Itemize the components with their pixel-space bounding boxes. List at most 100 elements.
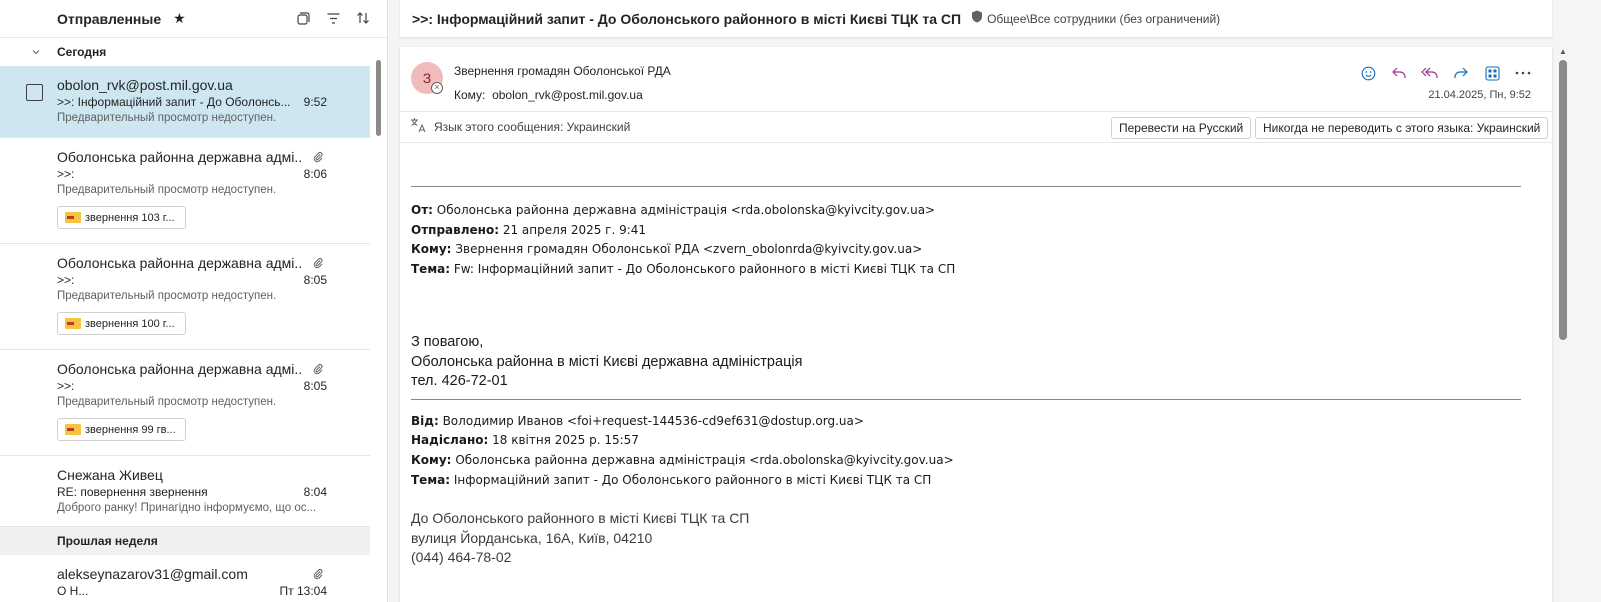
item-time: Пт 13:04 <box>279 584 327 598</box>
signature-line: тел. 426-72-01 <box>411 373 508 390</box>
item-preview: Доброго ранку! Принагідно інформуємо, що… <box>57 502 317 514</box>
sensitivity-label[interactable]: Общее\Все сотрудники (без ограничений) <box>987 12 1220 26</box>
item-subject: RE: повернення звернення <box>57 485 208 499</box>
item-preview: Предварительный просмотр недоступен. <box>57 112 277 124</box>
item-sender: alekseynazarov31@gmail.com <box>57 566 248 582</box>
emoji-icon[interactable] <box>1359 64 1377 82</box>
message-card: З × Звернення громадян Оболонської РДА К… <box>400 47 1552 602</box>
meta-key: От: <box>411 203 433 217</box>
reading-subject: >>: Інформаційний запит - До Оболонськог… <box>412 10 962 27</box>
recipient-address: До Оболонського районного в місті Києві … <box>411 509 1521 568</box>
meta-key: Отправлено: <box>411 222 499 237</box>
item-time: 8:04 <box>303 485 327 499</box>
reply-all-icon[interactable] <box>1421 64 1439 82</box>
item-sender: obolon_rvk@post.mil.gov.ua <box>57 77 233 93</box>
from-name[interactable]: Звернення громадян Оболонської РДА <box>454 64 671 78</box>
message-body: От: Оболонська районна державна адмініст… <box>411 144 1521 568</box>
to-line: Кому: obolon_rvk@post.mil.gov.ua <box>454 88 643 102</box>
attachment-chip[interactable]: звернення 103 г... <box>57 206 186 229</box>
reply-icon[interactable] <box>1390 64 1408 82</box>
list-item[interactable]: Оболонська районна державна адмі... >>: … <box>0 350 370 456</box>
address-line: (044) 464-78-02 <box>411 549 512 566</box>
list-item[interactable]: Оболонська районна державна адмі... >>: … <box>0 244 370 350</box>
meta-value: Оболонська районна державна адміністраці… <box>436 203 936 217</box>
meta-key: Тема: <box>411 261 451 276</box>
item-time: 8:06 <box>303 167 327 181</box>
group-label: Сегодня <box>57 45 107 59</box>
group-header-last-week[interactable]: Прошлая неделя <box>0 527 370 555</box>
attachment-name: звернення 100 г... <box>85 317 175 330</box>
item-preview: Предварительный просмотр недоступен. <box>57 396 277 408</box>
meta-key: Кому: <box>411 453 452 468</box>
meta-value: Звернення громадян Оболонської РДА <zver… <box>455 242 923 257</box>
scroll-up-arrow-icon[interactable]: ▲ <box>1559 47 1567 56</box>
select-mode-icon[interactable] <box>295 10 311 26</box>
meta-key: Кому: <box>411 242 452 257</box>
filter-icon[interactable] <box>325 10 341 26</box>
language-note: Язык этого сообщения: Украинский <box>434 120 631 134</box>
attachment-name: звернення 99 гв... <box>85 423 176 436</box>
group-label: Прошлая неделя <box>57 534 158 548</box>
to-label: Кому: <box>454 88 486 102</box>
meta-value: 18 квітня 2025 р. 15:57 <box>492 433 639 448</box>
meta-key: Надіслано: <box>411 433 489 448</box>
paperclip-icon <box>312 150 324 168</box>
meta-value: Інформаційний запит - До Оболонського ра… <box>453 472 932 487</box>
more-options-icon[interactable] <box>1514 64 1532 82</box>
signature-line: З повагою, <box>411 334 484 351</box>
message-list-pane: Отправленные ★ Сегодня obolon_rvk@post.m… <box>0 0 388 602</box>
attachment-chip[interactable]: звернення 100 г... <box>57 312 186 335</box>
chevron-down-icon <box>31 46 41 60</box>
meta-key: Від: <box>411 413 439 428</box>
item-time: 8:05 <box>303 273 327 287</box>
item-subject: >>: <box>57 167 75 181</box>
list-item[interactable]: obolon_rvk@post.mil.gov.ua >>: Інформаці… <box>0 66 370 138</box>
attachment-chip[interactable]: звернення 99 гв... <box>57 418 186 441</box>
translation-bar: Язык этого сообщения: Украинский Перевес… <box>400 111 1552 143</box>
message-list: Сегодня obolon_rvk@post.mil.gov.ua >>: І… <box>0 38 370 602</box>
reading-subject-bar: >>: Інформаційний запит - До Оболонськог… <box>400 0 1552 37</box>
meta-key: Тема: <box>411 472 451 487</box>
forward-icon[interactable] <box>1452 64 1470 82</box>
select-checkbox[interactable] <box>26 84 43 101</box>
item-subject: >>: Інформаційний запит - До Оболонсь... <box>57 95 291 109</box>
translate-button[interactable]: Перевести на Русский <box>1111 117 1252 139</box>
to-address[interactable]: obolon_rvk@post.mil.gov.ua <box>492 88 643 102</box>
list-item[interactable]: Снежана Живец RE: повернення звернення 8… <box>0 456 370 527</box>
attachment-name: звернення 103 г... <box>85 211 175 224</box>
never-translate-button[interactable]: Никогда не переводить с этого языка: Укр… <box>1255 117 1549 139</box>
paperclip-icon <box>312 567 324 585</box>
shield-icon <box>971 10 983 28</box>
list-item[interactable]: alekseynazarov31@gmail.com О Н... Пт 13:… <box>0 555 370 602</box>
folder-header: Отправленные ★ <box>0 0 387 38</box>
apps-icon[interactable] <box>1483 64 1501 82</box>
presence-icon: × <box>431 82 443 94</box>
meta-value: Володимир Иванов <foi+request-144536-cd9… <box>442 413 864 428</box>
list-scrollbar[interactable] <box>376 60 381 136</box>
sort-icon[interactable] <box>355 10 371 26</box>
signature-line: Оболонська районна в місті Києві державн… <box>411 353 803 370</box>
zip-folder-icon <box>65 212 81 223</box>
forward-header-2: Від: Володимир Иванов <foi+request-14453… <box>411 412 1521 490</box>
item-subject: >>: <box>57 379 75 393</box>
signature: З повагою, Оболонська районна в місті Ки… <box>411 333 1521 392</box>
item-time: 8:05 <box>303 379 327 393</box>
paperclip-icon <box>312 362 324 380</box>
reading-scrollbar[interactable] <box>1559 60 1567 340</box>
message-date: 21.04.2025, Пн, 9:52 <box>1428 89 1531 101</box>
message-actions <box>1359 64 1532 82</box>
address-line: До Оболонського районного в місті Києві … <box>411 510 750 527</box>
folder-title: Отправленные <box>57 10 162 27</box>
zip-folder-icon <box>65 424 81 435</box>
translate-icon <box>410 117 428 138</box>
favorite-star-icon[interactable]: ★ <box>173 10 186 27</box>
item-sender: Оболонська районна державна адмі... <box>57 361 302 377</box>
item-time: 9:52 <box>303 95 327 109</box>
list-item[interactable]: Оболонська районна державна адмі... >>: … <box>0 138 370 244</box>
item-preview: Предварительный просмотр недоступен. <box>57 290 277 302</box>
item-sender: Оболонська районна державна адмі... <box>57 149 302 165</box>
meta-value: Fw: Інформаційний запит - До Оболонськог… <box>453 261 956 276</box>
group-header-today[interactable]: Сегодня <box>0 38 370 66</box>
item-preview: Предварительный просмотр недоступен. <box>57 184 277 196</box>
forward-header-1: От: Оболонська районна державна адмініст… <box>411 201 1521 279</box>
